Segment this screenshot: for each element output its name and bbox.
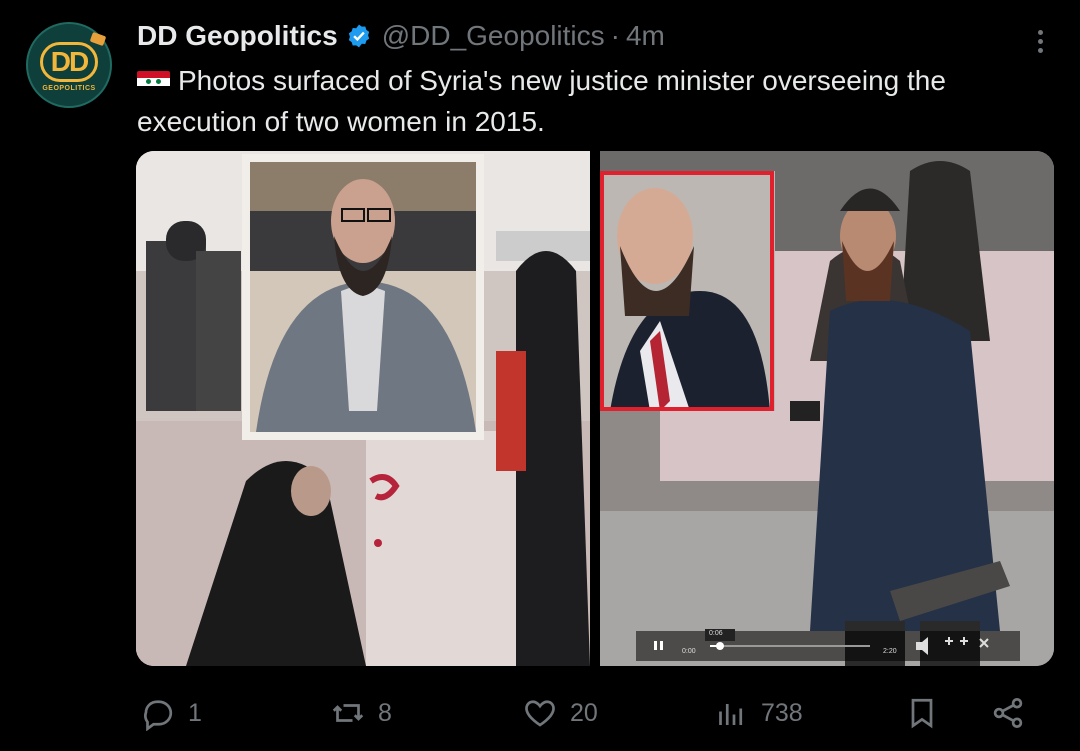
verified-badge-icon — [346, 23, 372, 49]
post-text: Photos surfaced of Syria's new justice m… — [137, 65, 946, 137]
video-duration: 2:20 — [883, 648, 897, 655]
post-text-container: Photos surfaced of Syria's new justice m… — [137, 60, 1057, 142]
repost-icon — [332, 704, 364, 722]
post-timestamp[interactable]: 4m — [626, 20, 665, 52]
more-options-icon[interactable] — [1030, 26, 1050, 56]
reply-icon — [144, 700, 173, 731]
repost-button[interactable]: 8 — [330, 685, 392, 741]
author-handle[interactable]: @DD_Geopolitics — [382, 20, 605, 52]
reply-button[interactable]: 1 — [140, 685, 202, 741]
heart-icon — [525, 700, 555, 727]
repost-count: 8 — [378, 698, 392, 727]
avatar-logo-letters: DD — [40, 42, 98, 82]
share-icon — [993, 698, 1023, 728]
reply-count: 1 — [188, 698, 202, 727]
post-media[interactable]: 0:06 0:00 2:20 — [136, 151, 1054, 666]
media-photo-left[interactable] — [136, 151, 590, 666]
author-name[interactable]: DD Geopolitics — [137, 20, 338, 52]
like-count: 20 — [570, 698, 598, 727]
avatar[interactable]: DD GEOPOLITICS — [26, 22, 112, 108]
bookmark-button[interactable] — [904, 685, 952, 741]
video-hover-time: 0:06 — [709, 630, 723, 637]
syria-flag-icon — [137, 71, 170, 93]
post-header: DD Geopolitics @DD_Geopolitics · 4m — [137, 18, 665, 54]
media-video-right[interactable]: 0:06 0:00 2:20 — [600, 151, 1054, 666]
post-actions-bar: 1 8 20 738 — [0, 685, 1080, 741]
photo-left-illustration — [136, 151, 590, 666]
avatar-logo-subtitle: GEOPOLITICS — [42, 85, 96, 92]
bookmark-icon — [911, 698, 933, 729]
like-button[interactable]: 20 — [522, 685, 598, 741]
views-chart-icon — [719, 704, 743, 725]
views-count: 738 — [761, 698, 803, 727]
share-button[interactable] — [990, 685, 1038, 741]
avatar-hat-decoration — [89, 31, 107, 47]
video-current-time: 0:00 — [682, 648, 696, 655]
header-separator: · — [610, 20, 620, 51]
views-button[interactable]: 738 — [713, 685, 803, 741]
photo-right-illustration — [600, 151, 1054, 666]
